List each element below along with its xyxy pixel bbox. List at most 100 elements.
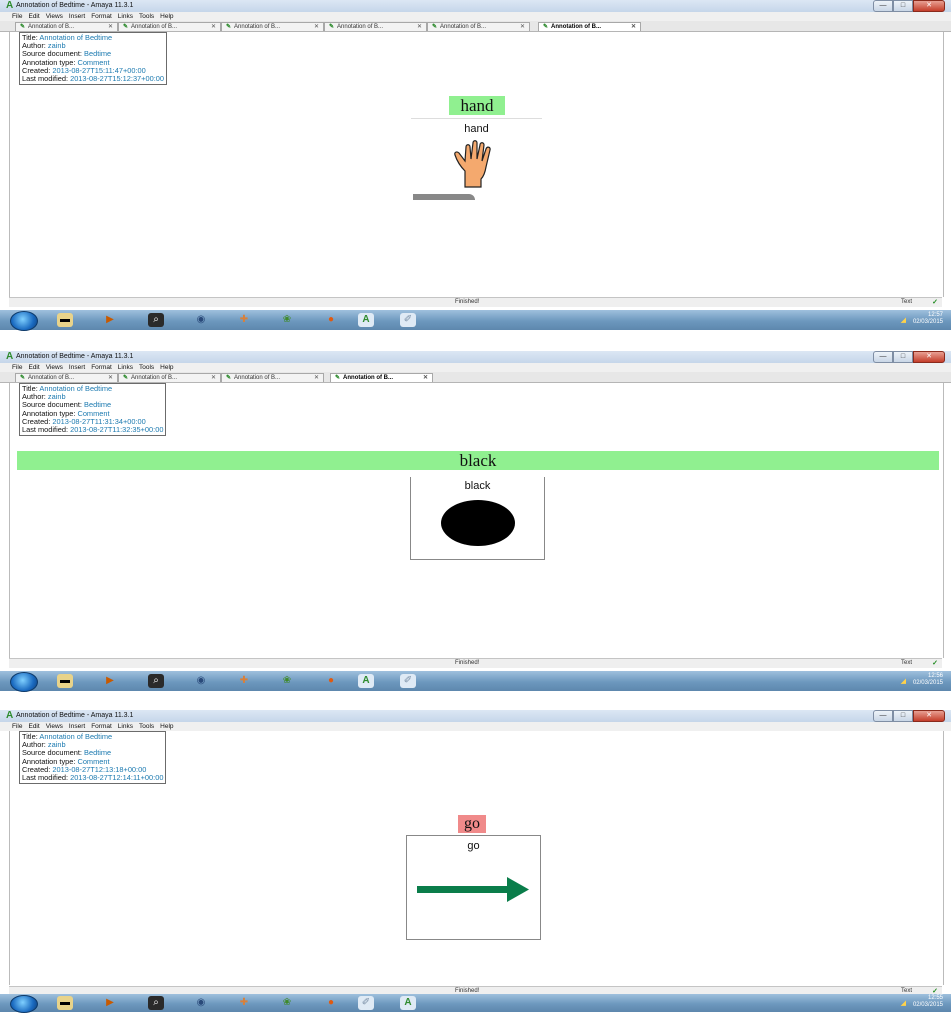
menu-edit[interactable]: Edit <box>25 722 42 731</box>
close-tab-icon[interactable]: ✕ <box>314 374 319 383</box>
maximize-button[interactable]: □ <box>893 351 913 363</box>
taskbar: ▬ ▶ ⌕ ◉ ✚ ❀ ● A ✐ ◢ 12:56 02/03/2015 <box>0 671 951 692</box>
explorer-icon[interactable]: ▬ <box>57 674 73 688</box>
game-icon[interactable]: ❀ <box>279 996 295 1010</box>
search-icon[interactable]: ⌕ <box>148 313 164 327</box>
menu-links[interactable]: Links <box>115 722 136 731</box>
maximize-button[interactable]: □ <box>893 710 913 722</box>
tab-annotation[interactable]: ✎ Annotation of B... ✕ <box>427 22 530 31</box>
explorer-icon[interactable]: ▬ <box>57 996 73 1010</box>
firefox-icon[interactable]: ● <box>323 313 339 327</box>
tray-icon[interactable]: ◢ <box>901 677 906 685</box>
menu-insert[interactable]: Insert <box>66 12 88 21</box>
close-tab-icon[interactable]: ✕ <box>631 23 636 32</box>
network-icon[interactable]: ◉ <box>193 996 209 1010</box>
menu-format[interactable]: Format <box>88 722 115 731</box>
menu-links[interactable]: Links <box>115 363 136 372</box>
window-controls: — □ ✕ <box>873 0 945 12</box>
menu-format[interactable]: Format <box>88 363 115 372</box>
close-tab-icon[interactable]: ✕ <box>108 23 113 32</box>
mode-indicator: Text <box>900 299 912 305</box>
close-tab-icon[interactable]: ✕ <box>211 23 216 32</box>
amaya-icon[interactable]: A <box>358 674 374 688</box>
tab-annotation[interactable]: ✎ Annotation of B... ✕ <box>15 373 118 382</box>
tab-annotation[interactable]: ✎ Annotation of B... ✕ <box>221 373 324 382</box>
tab-annotation[interactable]: ✎ Annotation of B... ✕ <box>221 22 324 31</box>
close-button[interactable]: ✕ <box>913 351 945 363</box>
start-button[interactable] <box>10 311 38 331</box>
tab-annotation[interactable]: ✎ Annotation of B... ✕ <box>118 373 221 382</box>
start-button[interactable] <box>10 995 38 1013</box>
menu-file[interactable]: File <box>0 722 25 731</box>
amaya-icon[interactable]: A <box>358 313 374 327</box>
close-tab-icon[interactable]: ✕ <box>423 374 428 383</box>
minimize-button[interactable]: — <box>873 0 893 12</box>
card-bottom-edge <box>413 194 475 200</box>
close-tab-icon[interactable]: ✕ <box>211 374 216 383</box>
start-button[interactable] <box>10 672 38 692</box>
paint-icon[interactable]: ✐ <box>358 996 374 1010</box>
clock-time: 12:55 <box>927 995 943 1001</box>
tab-annotation[interactable]: ✎ Annotation of B... ✕ <box>324 22 427 31</box>
media-player-icon[interactable]: ▶ <box>102 313 118 327</box>
network-icon[interactable]: ◉ <box>193 313 209 327</box>
search-icon[interactable]: ⌕ <box>148 674 164 688</box>
tray-icon[interactable]: ◢ <box>901 999 906 1007</box>
menu-tools[interactable]: Tools <box>136 722 157 731</box>
close-button[interactable]: ✕ <box>913 0 945 12</box>
tab-annotation[interactable]: ✎ Annotation of B... ✕ <box>118 22 221 31</box>
close-tab-icon[interactable]: ✕ <box>108 374 113 383</box>
menu-links[interactable]: Links <box>115 12 136 21</box>
minimize-button[interactable]: — <box>873 710 893 722</box>
paint-icon[interactable]: ✐ <box>400 313 416 327</box>
menu-file[interactable]: File <box>0 12 25 21</box>
menu-views[interactable]: Views <box>43 722 66 731</box>
network-icon[interactable]: ◉ <box>193 674 209 688</box>
menu-edit[interactable]: Edit <box>25 12 42 21</box>
menu-insert[interactable]: Insert <box>66 363 88 372</box>
amaya-icon[interactable]: A <box>400 996 416 1010</box>
tab-bar: ✎ Annotation of B... ✕ ✎ Annotation of B...… <box>0 21 951 32</box>
explorer-icon[interactable]: ▬ <box>57 313 73 327</box>
game-icon[interactable]: ❀ <box>279 674 295 688</box>
title-bar: A Annotation of Bedtime - Amaya 11.3.1 —… <box>0 710 951 722</box>
menu-file[interactable]: File <box>0 363 25 372</box>
close-tab-icon[interactable]: ✕ <box>314 23 319 32</box>
tab-label: Annotation of B... <box>131 375 178 381</box>
media-player-icon[interactable]: ▶ <box>102 674 118 688</box>
app-icon[interactable]: ✚ <box>236 674 252 688</box>
menu-tools[interactable]: Tools <box>136 12 157 21</box>
media-player-icon[interactable]: ▶ <box>102 996 118 1010</box>
firefox-icon[interactable]: ● <box>323 996 339 1010</box>
menu-help[interactable]: Help <box>157 12 176 21</box>
close-tab-icon[interactable]: ✕ <box>417 23 422 32</box>
tab-annotation-active[interactable]: ✎ Annotation of B... ✕ <box>538 22 641 31</box>
tab-annotation-active[interactable]: ✎ Annotation of B... ✕ <box>330 373 433 382</box>
close-button[interactable]: ✕ <box>913 710 945 722</box>
menu-format[interactable]: Format <box>88 12 115 21</box>
search-icon[interactable]: ⌕ <box>148 996 164 1010</box>
menu-help[interactable]: Help <box>157 363 176 372</box>
modified-value: 2013-08-27T15:12:37+00:00 <box>70 74 164 84</box>
taskbar: ▬ ▶ ⌕ ◉ ✚ ❀ ● ✐ A ◢ 12:55 02/03/2015 <box>0 994 951 1013</box>
game-icon[interactable]: ❀ <box>279 313 295 327</box>
menu-help[interactable]: Help <box>157 722 176 731</box>
document-icon: ✎ <box>335 375 341 381</box>
meta-label: Last modified: <box>22 773 69 783</box>
menu-edit[interactable]: Edit <box>25 363 42 372</box>
menu-views[interactable]: Views <box>43 12 66 21</box>
paint-icon[interactable]: ✐ <box>400 674 416 688</box>
tab-annotation[interactable]: ✎ Annotation of B... ✕ <box>15 22 118 31</box>
tab-label: Annotation of B... <box>551 24 602 30</box>
maximize-button[interactable]: □ <box>893 0 913 12</box>
menu-views[interactable]: Views <box>43 363 66 372</box>
status-text: Finished! <box>455 299 480 305</box>
close-tab-icon[interactable]: ✕ <box>520 23 525 32</box>
app-icon[interactable]: ✚ <box>236 996 252 1010</box>
app-icon[interactable]: ✚ <box>236 313 252 327</box>
firefox-icon[interactable]: ● <box>323 674 339 688</box>
minimize-button[interactable]: — <box>873 351 893 363</box>
tray-icon[interactable]: ◢ <box>901 316 906 324</box>
menu-insert[interactable]: Insert <box>66 722 88 731</box>
menu-tools[interactable]: Tools <box>136 363 157 372</box>
